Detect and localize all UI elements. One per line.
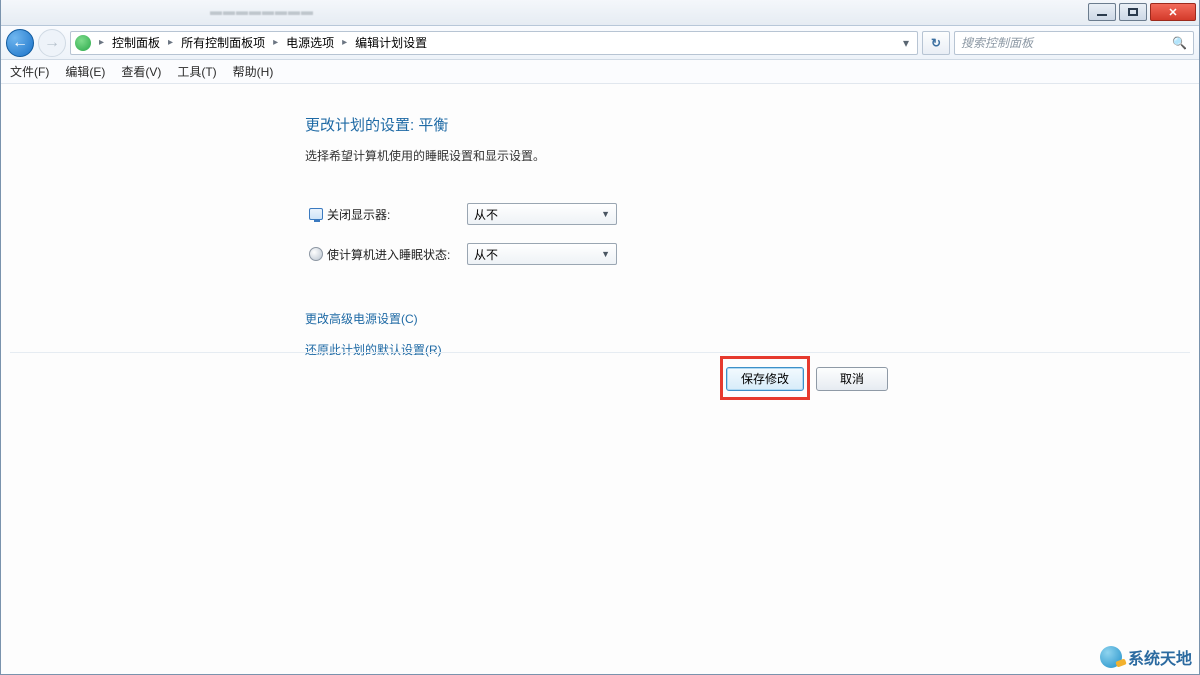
page-title: 更改计划的设置: 平衡 xyxy=(305,114,905,135)
arrow-left-icon: ← xyxy=(12,34,28,52)
arrow-right-icon: → xyxy=(44,34,60,52)
search-icon: 🔍 xyxy=(1172,36,1187,50)
menu-view[interactable]: 查看(V) xyxy=(121,63,161,80)
nav-forward-button[interactable]: → xyxy=(38,29,66,57)
dropdown-turn-off-display[interactable]: 从不 ▼ xyxy=(467,203,617,225)
save-button[interactable]: 保存修改 xyxy=(726,367,804,391)
button-bar: 保存修改 取消 xyxy=(10,352,1190,404)
chevron-down-icon: ▼ xyxy=(601,209,610,219)
breadcrumb-item[interactable]: 电源选项 xyxy=(286,34,334,51)
row-turn-off-display: 关闭显示器: 从不 ▼ xyxy=(305,194,905,234)
content-area: 更改计划的设置: 平衡 选择希望计算机使用的睡眠设置和显示设置。 关闭显示器: … xyxy=(0,84,1200,358)
search-input[interactable]: 搜索控制面板 🔍 xyxy=(954,31,1194,55)
navbar: ← → ▸ 控制面板 ▸ 所有控制面板项 ▸ 电源选项 ▸ 编辑计划设置 ▾ ↻… xyxy=(0,26,1200,60)
menu-edit[interactable]: 编辑(E) xyxy=(65,63,105,80)
chevron-right-icon: ▸ xyxy=(97,37,106,48)
watermark-text: 系统天地 xyxy=(1128,645,1192,669)
maximize-button[interactable] xyxy=(1119,3,1147,21)
moon-icon xyxy=(305,247,327,261)
minimize-icon xyxy=(1097,14,1107,16)
monitor-icon xyxy=(305,208,327,220)
address-dropdown-icon[interactable]: ▾ xyxy=(899,36,913,50)
label-turn-off-display: 关闭显示器: xyxy=(327,206,467,223)
refresh-icon: ↻ xyxy=(931,36,941,50)
links-section: 更改高级电源设置(C) 还原此计划的默认设置(R) xyxy=(305,310,905,358)
nav-back-button[interactable]: ← xyxy=(6,29,34,57)
content-inner: 更改计划的设置: 平衡 选择希望计算机使用的睡眠设置和显示设置。 关闭显示器: … xyxy=(305,114,905,358)
control-panel-icon xyxy=(75,35,91,51)
dropdown-sleep[interactable]: 从不 ▼ xyxy=(467,243,617,265)
breadcrumb-item[interactable]: 编辑计划设置 xyxy=(355,34,427,51)
minimize-button[interactable] xyxy=(1088,3,1116,21)
cancel-button[interactable]: 取消 xyxy=(816,367,888,391)
dropdown-value: 从不 xyxy=(474,246,498,263)
refresh-button[interactable]: ↻ xyxy=(922,31,950,55)
chevron-right-icon: ▸ xyxy=(340,37,349,48)
page-subtitle: 选择希望计算机使用的睡眠设置和显示设置。 xyxy=(305,147,905,164)
link-advanced-power-settings[interactable]: 更改高级电源设置(C) xyxy=(305,310,905,327)
window-controls: ✕ xyxy=(1085,3,1196,21)
watermark-icon xyxy=(1100,646,1122,668)
menu-tools[interactable]: 工具(T) xyxy=(177,63,216,80)
menu-file[interactable]: 文件(F) xyxy=(10,63,49,80)
watermark: 系统天地 xyxy=(1100,645,1192,669)
search-placeholder: 搜索控制面板 xyxy=(961,34,1033,51)
chevron-right-icon: ▸ xyxy=(271,37,280,48)
breadcrumb-item[interactable]: 所有控制面板项 xyxy=(181,34,265,51)
menu-help[interactable]: 帮助(H) xyxy=(233,63,274,80)
breadcrumb-item[interactable]: 控制面板 xyxy=(112,34,160,51)
chevron-right-icon: ▸ xyxy=(166,37,175,48)
label-sleep: 使计算机进入睡眠状态: xyxy=(327,246,467,263)
maximize-icon xyxy=(1128,8,1138,16)
titlebar-blur-text: ▬▬▬▬▬▬▬▬ xyxy=(210,4,314,18)
menubar: 文件(F) 编辑(E) 查看(V) 工具(T) 帮助(H) xyxy=(0,60,1200,84)
row-sleep: 使计算机进入睡眠状态: 从不 ▼ xyxy=(305,234,905,274)
chevron-down-icon: ▼ xyxy=(601,249,610,259)
dropdown-value: 从不 xyxy=(474,206,498,223)
address-bar[interactable]: ▸ 控制面板 ▸ 所有控制面板项 ▸ 电源选项 ▸ 编辑计划设置 ▾ xyxy=(70,31,918,55)
close-button[interactable]: ✕ xyxy=(1150,3,1196,21)
titlebar: ▬▬▬▬▬▬▬▬ ✕ xyxy=(0,0,1200,26)
